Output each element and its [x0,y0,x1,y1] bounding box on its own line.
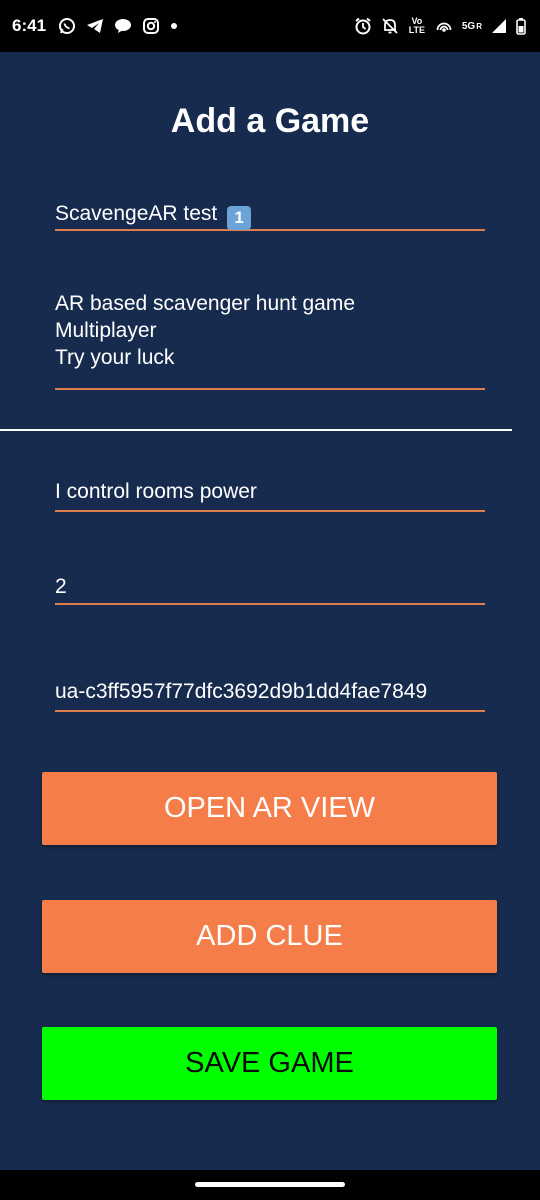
status-bar-right: Vo LTE 5G R [354,17,526,35]
network-text: 5G [461,20,476,32]
whatsapp-icon [58,17,76,35]
dot-icon [170,22,178,30]
game-id-field[interactable]: ua-c3ff5957f77dfc3692d9b1dd4fae7849 [55,678,485,712]
roaming-text: R [476,21,482,31]
hotspot-icon [435,18,453,34]
status-bar-left: 6:41 [12,16,178,36]
count-field[interactable]: 2 [55,573,485,605]
notifications-off-icon [381,17,399,35]
add-clue-button[interactable]: ADD CLUE [42,900,497,973]
volte-icon: Vo LTE [408,16,426,35]
game-name-value: ScavengeAR test [55,202,218,225]
page-title: Add a Game [170,102,370,140]
power-value: I control rooms power [55,480,257,503]
description-value: AR based scavenger hunt game Multiplayer… [55,292,356,369]
status-bar: 6:41 Vo LTE 5G R [0,0,540,52]
navigation-bar [0,1170,540,1200]
description-field[interactable]: AR based scavenger hunt game Multiplayer… [55,290,485,390]
power-field[interactable]: I control rooms power [55,478,485,512]
count-value: 2 [55,575,67,598]
battery-icon [516,17,526,35]
chat-bubble-icon [114,18,132,34]
save-game-button[interactable]: SAVE GAME [42,1027,497,1100]
alarm-icon [354,17,372,35]
instagram-icon [142,17,160,35]
home-gesture-handle[interactable] [195,1182,345,1187]
network-type-label: 5G R [462,21,482,32]
game-id-value: ua-c3ff5957f77dfc3692d9b1dd4fae7849 [55,680,428,703]
section-divider [0,429,512,431]
keycap-one-icon: 1 [227,206,252,230]
game-name-field[interactable]: ScavengeAR test 1 [55,200,485,231]
telegram-icon [86,18,104,34]
open-ar-view-button[interactable]: OPEN AR VIEW [42,772,497,845]
status-time: 6:41 [12,16,47,35]
signal-icon [491,18,507,34]
add-game-screen: Add a Game ScavengeAR test 1 AR based sc… [0,52,540,1170]
